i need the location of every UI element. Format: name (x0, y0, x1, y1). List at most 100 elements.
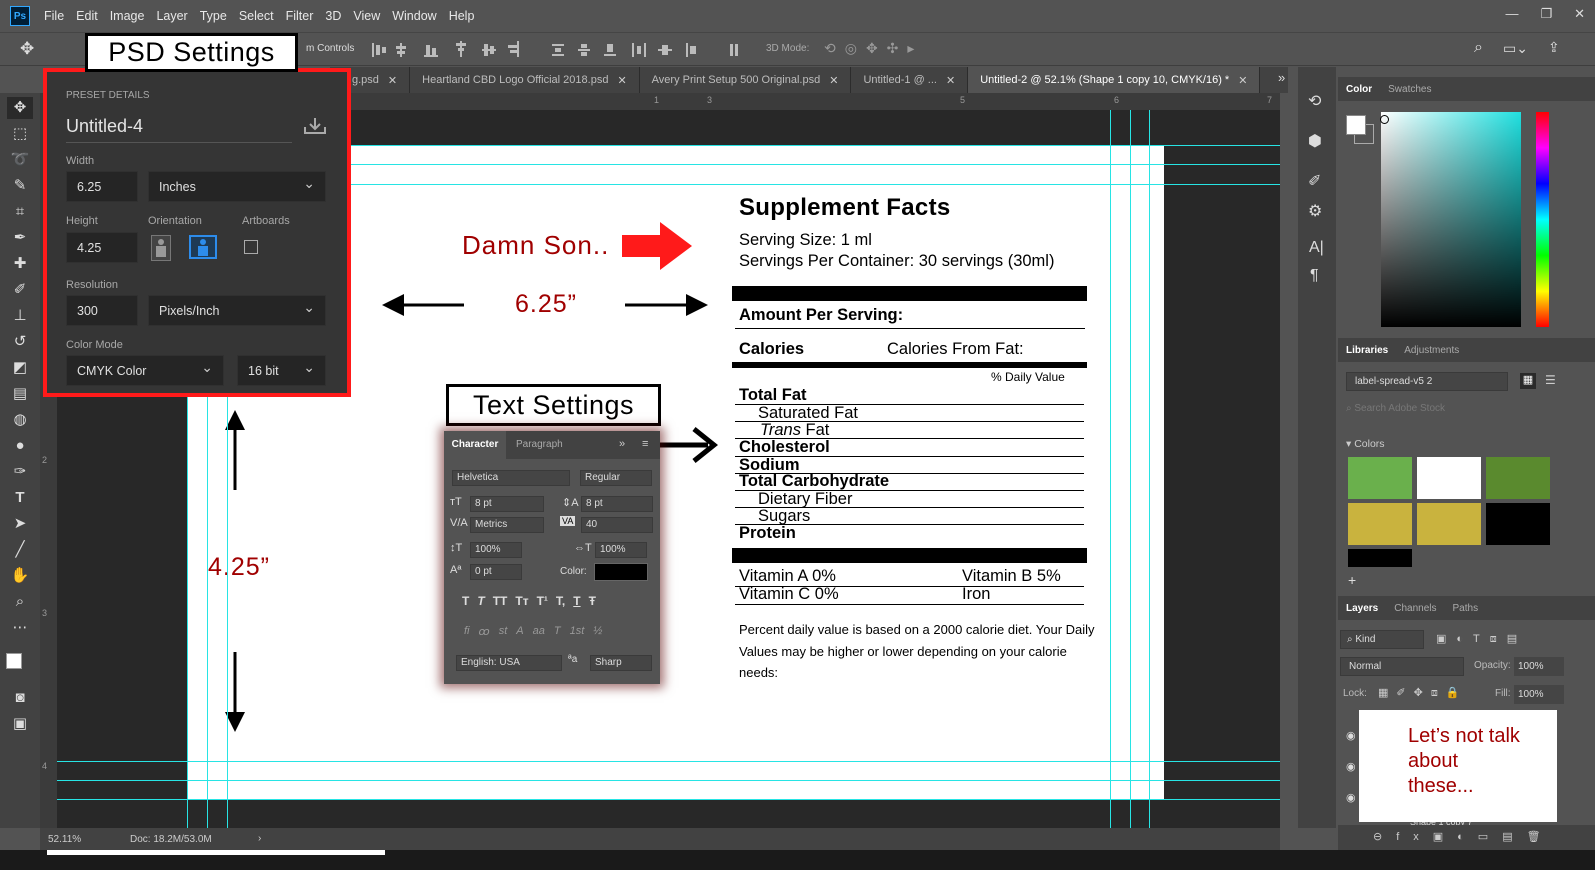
crop-tool-icon[interactable]: ⌗ (7, 201, 33, 223)
subscript-button[interactable]: T, (556, 594, 565, 608)
tab-libraries[interactable]: Libraries (1338, 345, 1396, 356)
close-icon[interactable]: ✕ (1238, 74, 1247, 87)
close-icon[interactable]: ✕ (946, 74, 955, 87)
library-swatch[interactable] (1417, 457, 1481, 499)
layer-visibility-icons[interactable]: ◉ ◉ ◉ (1346, 721, 1356, 814)
paragraph-icon[interactable]: ¶ (1310, 267, 1319, 285)
marquee-tool-icon[interactable]: ⬚ (7, 123, 33, 145)
tab-paragraph[interactable]: Paragraph (516, 431, 563, 459)
layers-footer-icons[interactable]: ⊖fx▣◐▭▤🗑 (1338, 825, 1595, 850)
history-icon[interactable]: ⟲ (1308, 91, 1321, 111)
panel-collapse-icon[interactable]: » (619, 438, 625, 450)
old-style-button[interactable]: ꝏ (479, 625, 490, 638)
width-input[interactable]: 6.25 (66, 171, 138, 202)
restore-button[interactable]: ❐ (1540, 6, 1552, 22)
scrollbar-thumb[interactable] (47, 850, 385, 855)
menu-view[interactable]: View (353, 9, 380, 23)
discretionary-ligatures-button[interactable]: st (499, 625, 508, 638)
tab-overflow-icon[interactable]: » (1278, 70, 1285, 85)
colors-section-header[interactable]: ▾ Colors (1346, 438, 1385, 450)
menu-3d[interactable]: 3D (325, 9, 341, 23)
dodge-tool-icon[interactable]: ● (7, 435, 33, 457)
stamp-tool-icon[interactable]: ⊥ (7, 305, 33, 327)
faux-italic-button[interactable]: T (477, 594, 484, 608)
underline-button[interactable]: T (573, 594, 580, 608)
opacity-input[interactable]: 100% (1514, 657, 1564, 676)
preset-name[interactable]: Untitled-4 (66, 116, 143, 137)
tab-character[interactable]: Character (444, 431, 506, 459)
menu-help[interactable]: Help (449, 9, 475, 23)
eyedropper-icon[interactable]: ✒ (7, 227, 33, 249)
leading-input[interactable]: 8 pt (581, 496, 653, 512)
hue-slider[interactable] (1536, 112, 1549, 327)
brush-settings-icon[interactable]: ✐ (1308, 171, 1321, 191)
quick-select-icon[interactable]: ✎ (7, 175, 33, 197)
menu-select[interactable]: Select (239, 9, 274, 23)
tab-doc-3[interactable]: Avery Print Setup 500 Original.psd ✕ (640, 67, 852, 93)
grid-view-icon[interactable]: ▦ (1520, 373, 1536, 389)
ordinals-button[interactable]: 1st (570, 625, 585, 638)
tab-layers[interactable]: Layers (1338, 603, 1386, 614)
panel-menu-icon[interactable]: ≡ (642, 438, 648, 450)
workspace-icon[interactable]: ▭⌄ (1503, 40, 1528, 57)
color-field[interactable] (1381, 112, 1521, 327)
blend-mode-select[interactable]: Normal (1340, 657, 1464, 676)
close-icon[interactable]: ✕ (617, 74, 626, 87)
tracking-select[interactable]: 40 (581, 517, 653, 533)
zoom-level[interactable]: 52.11% (48, 834, 81, 845)
superscript-button[interactable]: T¹ (537, 594, 548, 608)
close-button[interactable]: ✕ (1574, 6, 1585, 22)
share-icon[interactable]: ⇪ (1548, 39, 1560, 56)
lock-icons[interactable]: ▦✐✥⧈🔒 (1378, 686, 1468, 700)
tab-color[interactable]: Color (1338, 84, 1380, 95)
height-input[interactable]: 4.25 (66, 232, 138, 263)
blur-tool-icon[interactable]: ◍ (7, 409, 33, 431)
kerning-select[interactable]: Metrics (470, 517, 544, 533)
tab-swatches[interactable]: Swatches (1380, 84, 1439, 95)
layer-filter-icons[interactable]: ▣◐T⧈▤ (1436, 632, 1527, 646)
small-caps-button[interactable]: Tт (515, 594, 528, 608)
menu-filter[interactable]: Filter (286, 9, 314, 23)
anti-alias-select[interactable]: Sharp (590, 655, 652, 671)
layer-filter-select[interactable]: ⌕ Kind (1340, 630, 1424, 649)
history-brush-icon[interactable]: ↺ (7, 331, 33, 353)
stylistic-alternates-button[interactable]: aa (533, 625, 545, 638)
properties-icon[interactable]: ⚙ (1308, 201, 1322, 221)
menu-image[interactable]: Image (110, 9, 145, 23)
move-tool-icon[interactable]: ✥ (20, 39, 34, 59)
pen-tool-icon[interactable]: ✑ (7, 461, 33, 483)
library-swatch[interactable] (1417, 503, 1481, 545)
healing-brush-icon[interactable]: ✚ (7, 253, 33, 275)
zoom-tool-icon[interactable]: ⌕ (7, 591, 33, 613)
stock-search-input[interactable]: ⌕ Search Adobe Stock (1346, 403, 1445, 414)
brush-tool-icon[interactable]: ✐ (7, 279, 33, 301)
screen-mode-icon[interactable]: ▣ (7, 713, 33, 735)
tab-doc-4[interactable]: Untitled-1 @ ... ✕ (851, 67, 969, 93)
more-tools-icon[interactable]: ⋯ (7, 617, 33, 639)
tab-channels[interactable]: Channels (1386, 603, 1444, 614)
gradient-tool-icon[interactable]: ▤ (7, 383, 33, 405)
status-arrow-icon[interactable]: › (258, 833, 261, 844)
baseline-shift-input[interactable]: 0 pt (470, 564, 522, 580)
opentype-buttons[interactable]: ﬁ ꝏ st A aa T 1st ½ (464, 625, 602, 638)
color-picker-ring[interactable] (1380, 115, 1389, 124)
swash-button[interactable]: A (516, 625, 523, 638)
resolution-unit-select[interactable]: Pixels/Inch (148, 295, 326, 326)
text-color-swatch[interactable] (594, 563, 648, 581)
menu-edit[interactable]: Edit (76, 9, 98, 23)
language-select[interactable]: English: USA (456, 655, 562, 671)
all-caps-button[interactable]: TT (493, 594, 508, 608)
save-preset-icon[interactable] (304, 117, 326, 135)
move-tool-icon[interactable]: ✥ (7, 97, 33, 119)
3d-icon[interactable]: ⬢ (1308, 131, 1322, 151)
align-icons[interactable] (372, 41, 742, 59)
menu-file[interactable]: File (44, 9, 64, 23)
menu-window[interactable]: Window (392, 9, 436, 23)
quick-mask-icon[interactable]: ◙ (7, 687, 33, 709)
type-style-buttons[interactable]: T T TT Tт T¹ T, T Ŧ (462, 594, 596, 608)
font-family-select[interactable]: Helvetica (452, 470, 570, 486)
type-tool-icon[interactable]: T (7, 487, 33, 509)
eraser-tool-icon[interactable]: ◩ (7, 357, 33, 379)
path-select-icon[interactable]: ➤ (7, 513, 33, 535)
vertical-scale-input[interactable]: 100% (470, 542, 522, 558)
